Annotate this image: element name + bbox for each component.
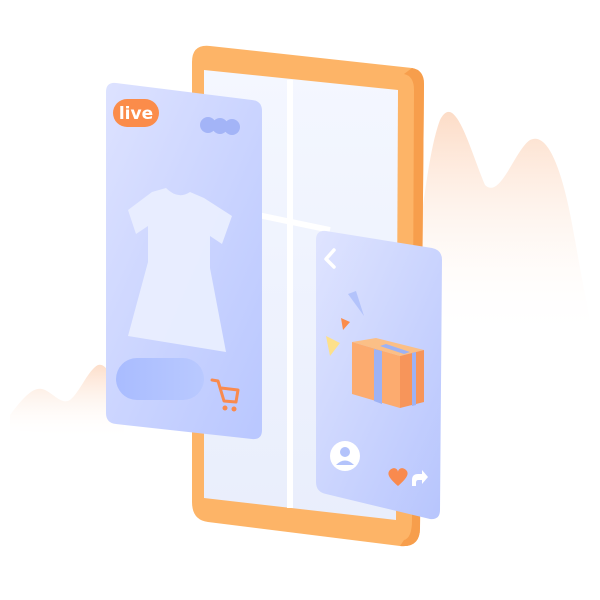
live-stream-card: live	[106, 82, 262, 440]
viewer-dots-icon[interactable]	[200, 117, 240, 135]
live-shopping-illustration: live	[10, 45, 590, 547]
live-badge-label: live	[119, 104, 153, 124]
buy-button[interactable]	[116, 358, 204, 400]
live-badge[interactable]: live	[113, 99, 159, 127]
avatar-icon[interactable]	[330, 441, 360, 471]
gift-stream-card	[316, 230, 442, 520]
